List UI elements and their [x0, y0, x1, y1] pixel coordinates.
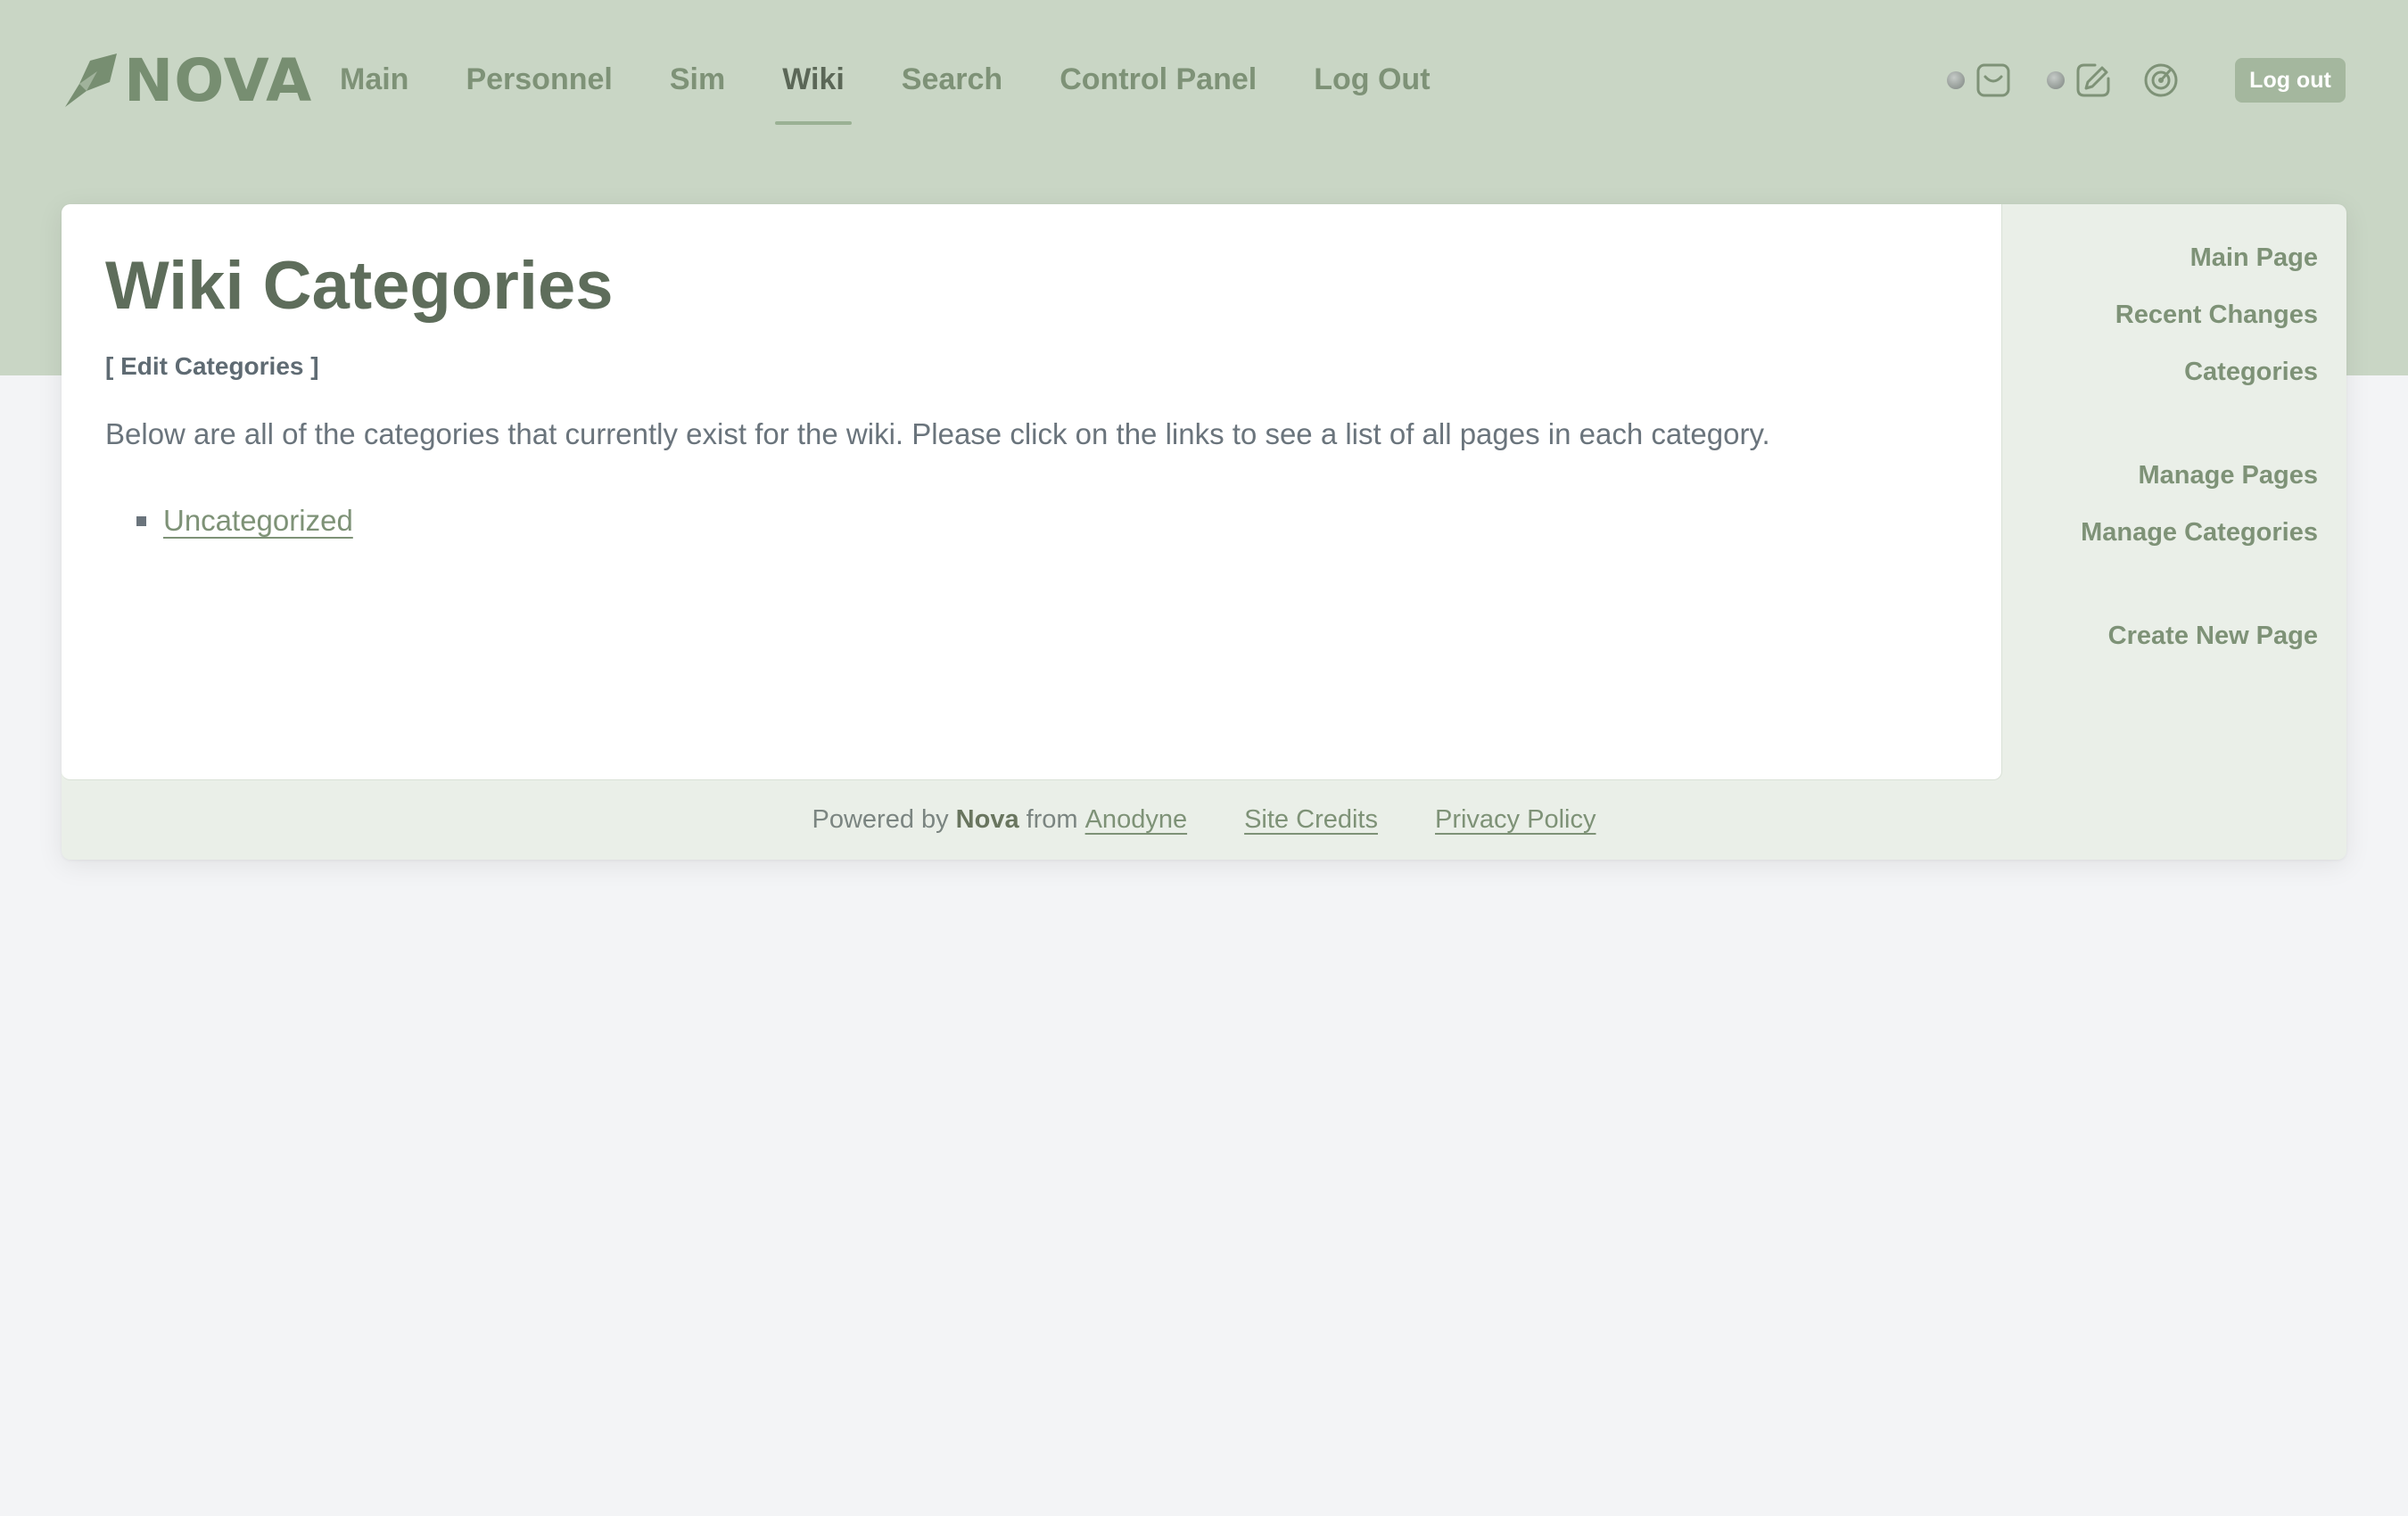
category-list: Uncategorized: [136, 498, 353, 543]
page-title: Wiki Categories: [105, 248, 614, 324]
intro-text: Below are all of the categories that cur…: [105, 417, 1770, 450]
nav-item-wiki[interactable]: Wiki: [775, 54, 852, 125]
inbox-status-dot-icon: [1947, 71, 1965, 89]
wiki-card: Wiki Categories [ Edit Categories ] Belo…: [62, 204, 2346, 860]
sidebar-link-create-new-page[interactable]: Create New Page: [2108, 618, 2318, 654]
wiki-sidebar: Main Page Recent Changes Categories Mana…: [2002, 204, 2346, 780]
footer-from: from: [1026, 805, 1078, 834]
main-content: Wiki Categories [ Edit Categories ] Belo…: [62, 204, 2002, 780]
edit-categories-link[interactable]: [ Edit Categories ]: [105, 349, 319, 384]
footer: Powered by Nova from Anodyne Site Credit…: [62, 780, 2346, 860]
footer-link-anodyne[interactable]: Anodyne: [1085, 805, 1188, 835]
sidebar-link-manage-pages[interactable]: Manage Pages: [2139, 457, 2318, 493]
header-icons: [1947, 57, 2182, 103]
top-navigation-bar: NOVA Main Personnel Sim Wiki Search Cont…: [0, 0, 2408, 161]
bullet-icon: [136, 515, 146, 526]
main-nav: Main Personnel Sim Wiki Search Control P…: [340, 54, 1488, 125]
footer-powered-by: Powered by: [812, 805, 949, 834]
write-status-dot-icon: [2047, 71, 2065, 89]
nav-item-search[interactable]: Search: [902, 54, 1002, 116]
footer-brand: Nova: [955, 805, 1019, 834]
nova-logo[interactable]: NOVA: [62, 49, 312, 113]
inbox-icon[interactable]: [1972, 59, 2015, 102]
nav-item-sim[interactable]: Sim: [670, 54, 725, 116]
sidebar-link-manage-categories[interactable]: Manage Categories: [2081, 515, 2318, 550]
nav-item-personnel[interactable]: Personnel: [466, 54, 612, 116]
list-item: Uncategorized: [136, 498, 353, 543]
logo-text: NOVA: [124, 46, 313, 115]
sidebar-link-main-page[interactable]: Main Page: [2190, 240, 2318, 276]
sidebar-link-categories[interactable]: Categories: [2184, 354, 2318, 390]
category-link-uncategorized[interactable]: Uncategorized: [163, 504, 353, 538]
nav-item-main[interactable]: Main: [340, 54, 408, 116]
footer-link-privacy-policy[interactable]: Privacy Policy: [1435, 805, 1596, 835]
sidebar-link-recent-changes[interactable]: Recent Changes: [2115, 297, 2318, 333]
nav-item-control-panel[interactable]: Control Panel: [1060, 54, 1257, 116]
footer-link-site-credits[interactable]: Site Credits: [1244, 805, 1378, 835]
nova-logo-icon: [65, 54, 117, 107]
nav-item-log-out[interactable]: Log Out: [1314, 54, 1430, 116]
write-icon[interactable]: [2072, 59, 2115, 102]
logout-button[interactable]: Log out: [2235, 58, 2346, 103]
radar-icon[interactable]: [2140, 59, 2182, 102]
